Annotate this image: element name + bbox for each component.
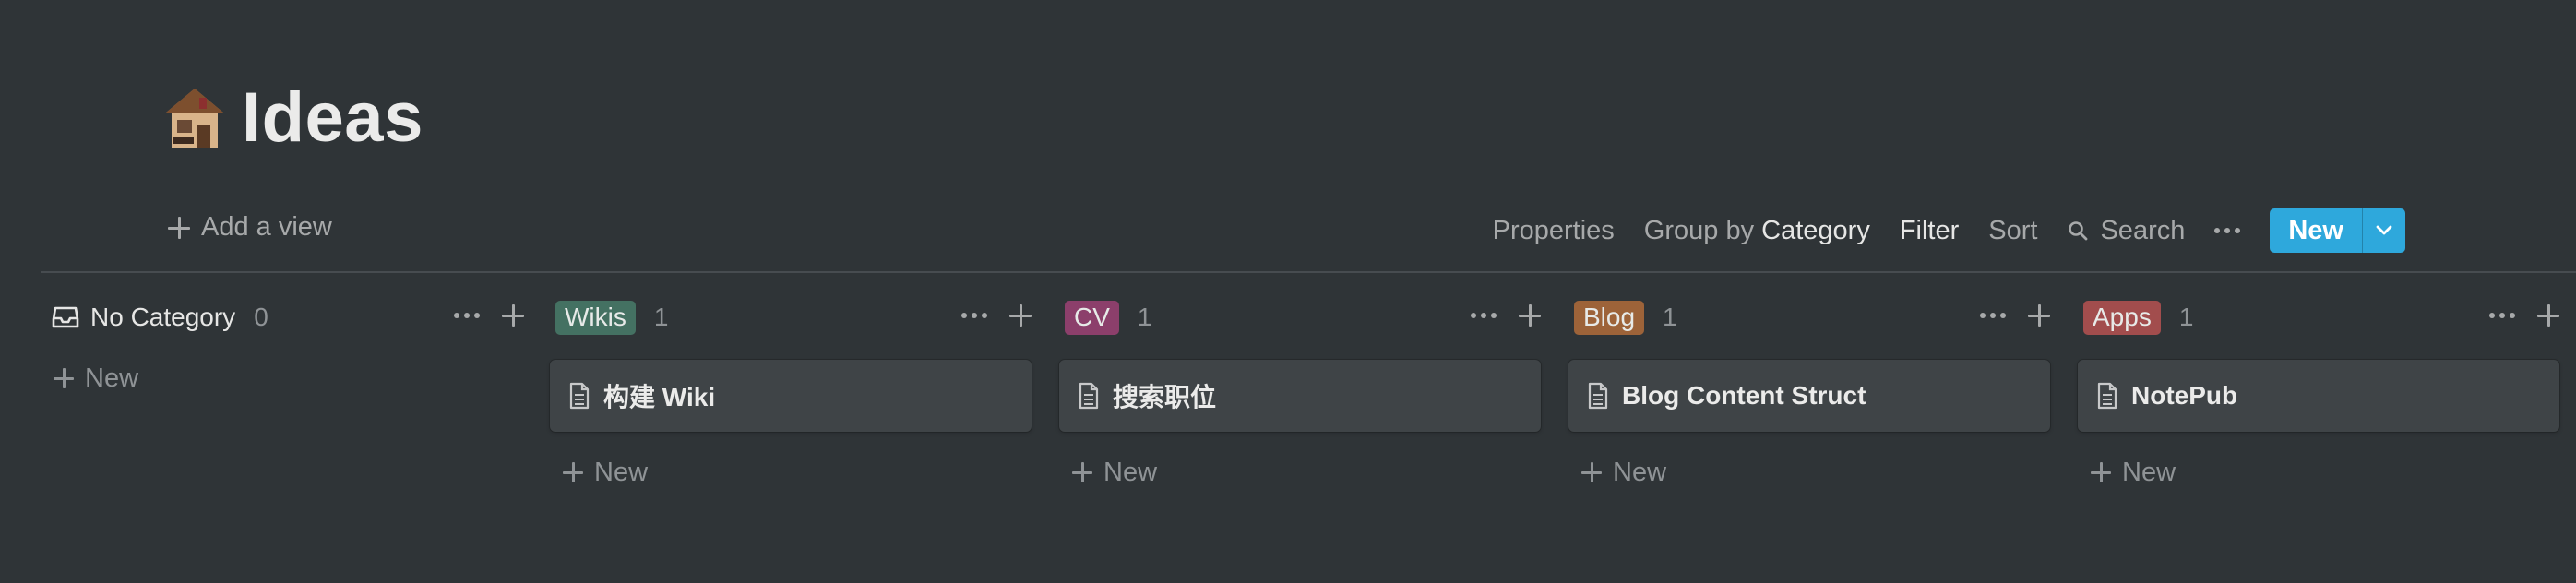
column-new-label: New [2122, 457, 2176, 487]
group-by-prefix: Group by [1643, 215, 1755, 245]
column-more-icon[interactable] [1980, 313, 2006, 318]
board-column-wikis: Wikis 1 构建 Wiki New [550, 288, 1032, 498]
column-new-button[interactable]: New [550, 446, 1032, 498]
column-header: No Category 0 [52, 288, 533, 347]
board-column-blog: Blog 1 Blog Content Struct New [1568, 288, 2050, 498]
search-label: Search [2100, 215, 2186, 245]
properties-button[interactable]: Properties [1493, 216, 1615, 246]
column-tag: Apps [2083, 300, 2161, 335]
column-tag: Wikis [555, 300, 636, 335]
filter-button[interactable]: Filter [1900, 216, 1959, 246]
card-title: 构建 Wiki [603, 383, 716, 411]
page-icon [569, 382, 590, 410]
column-name: No Category [90, 303, 236, 331]
chevron-down-icon [2376, 225, 2392, 235]
new-button-group: New [2270, 208, 2405, 253]
board-card[interactable]: 搜索职位 [1059, 360, 1541, 432]
column-add-icon[interactable] [2028, 304, 2050, 327]
column-more-icon[interactable] [454, 313, 480, 318]
board-card[interactable]: NotePub [2078, 360, 2559, 432]
sort-button[interactable]: Sort [1988, 216, 2037, 246]
column-new-label: New [594, 457, 649, 487]
board-column-no-category: No Category 0 New [52, 288, 533, 404]
column-new-label: New [85, 363, 139, 393]
page-icon [2097, 382, 2117, 410]
board-card[interactable]: Blog Content Struct [1568, 360, 2050, 432]
plus-icon [2091, 462, 2111, 482]
inbox-icon [52, 306, 79, 328]
card-title: 搜索职位 [1113, 383, 1217, 411]
house-icon[interactable] [164, 85, 225, 151]
no-category-label: No Category [52, 303, 235, 332]
column-count: 1 [653, 303, 669, 331]
column-new-button[interactable]: New [2078, 446, 2559, 498]
plus-icon [1072, 462, 1092, 482]
board-card[interactable]: 构建 Wiki [550, 360, 1032, 432]
search-icon [2069, 221, 2088, 241]
column-header: Apps 1 [2078, 288, 2559, 347]
add-view-button[interactable]: Add a view [168, 212, 332, 243]
plus-icon [168, 216, 190, 239]
column-new-label: New [1613, 457, 1667, 487]
column-more-icon[interactable] [961, 313, 987, 318]
column-add-icon[interactable] [1009, 304, 1032, 327]
column-add-icon[interactable] [1519, 304, 1541, 327]
card-title: Blog Content Struct [1622, 381, 1866, 410]
column-tag: CV [1065, 300, 1119, 335]
column-count: 1 [2178, 303, 2194, 331]
new-dropdown-button[interactable] [2362, 208, 2405, 253]
toolbar-divider [41, 271, 2576, 273]
board-column-apps: Apps 1 NotePub New [2078, 288, 2559, 498]
database-toolbar: Properties Group by Category Filter Sort… [1493, 208, 2405, 253]
column-count: 1 [1137, 303, 1152, 331]
column-tag: Blog [1574, 300, 1645, 335]
page-icon [1588, 382, 1608, 410]
column-new-label: New [1103, 457, 1158, 487]
column-new-button[interactable]: New [1059, 446, 1541, 498]
column-more-icon[interactable] [1471, 313, 1497, 318]
board-column-cv: CV 1 搜索职位 New [1059, 288, 1541, 498]
page-header: Ideas [164, 77, 423, 158]
plus-icon [563, 462, 583, 482]
column-add-icon[interactable] [2537, 304, 2559, 327]
add-view-label: Add a view [201, 212, 332, 242]
group-by-value: Category [1761, 215, 1870, 245]
column-count: 1 [1663, 303, 1677, 331]
page-title: Ideas [242, 78, 423, 157]
group-by-button[interactable]: Group by Category [1644, 216, 1870, 246]
plus-icon [54, 368, 74, 388]
page-icon [1079, 382, 1099, 410]
column-new-button[interactable]: New [52, 352, 533, 404]
column-count: 0 [254, 303, 268, 331]
more-options-icon[interactable] [2214, 228, 2241, 233]
column-new-button[interactable]: New [1568, 446, 2050, 498]
new-button[interactable]: New [2270, 208, 2362, 253]
column-header: Blog 1 [1568, 288, 2050, 347]
column-add-icon[interactable] [502, 304, 524, 327]
search-button[interactable]: Search [2067, 216, 2185, 246]
column-header: Wikis 1 [550, 288, 1032, 347]
card-title: NotePub [2131, 381, 2238, 410]
column-more-icon[interactable] [2489, 313, 2515, 318]
plus-icon [1581, 462, 1602, 482]
column-header: CV 1 [1059, 288, 1541, 347]
